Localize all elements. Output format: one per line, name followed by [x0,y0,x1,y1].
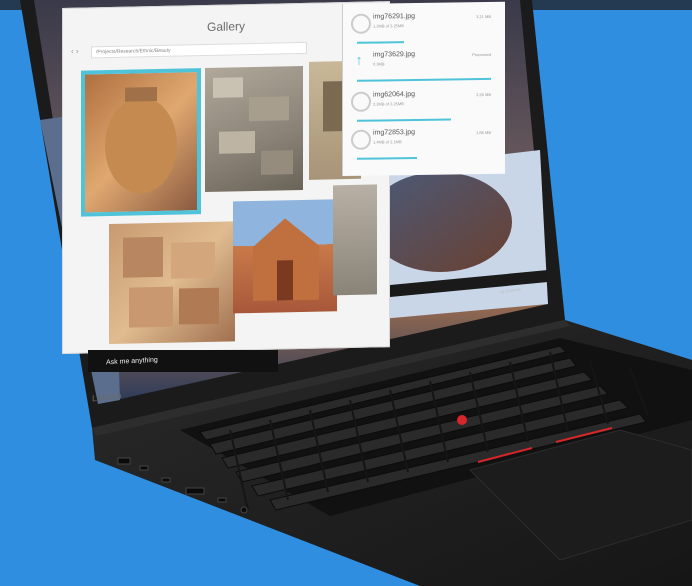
download-size: 3.26 MB [476,91,491,98]
progress-ring-icon [351,91,371,112]
gallery-title: Gallery [206,19,245,34]
thumbnail-sculpture[interactable] [333,184,377,296]
download-progress [357,41,404,44]
download-status: 1.2MB of 3.25MB [373,23,404,29]
download-size: Processed [472,51,491,58]
download-item[interactable]: ↑ img73629.jpg 0.3MB Processed [343,44,493,84]
stones-image [213,77,293,175]
laptop-photo: Gallery ○ ⊙ × ‹ › /Projects/Research/Eth… [0,0,692,586]
download-status: 2.2MB of 3.25MB [373,101,404,107]
download-size: 3.21 MB [476,13,491,20]
screen-content: Gallery ○ ⊙ × ‹ › /Projects/Research/Eth… [0,0,692,586]
model-label: X1 Extreme [500,286,521,295]
download-name: img62064.jpg [373,90,416,99]
pot-image [105,87,177,194]
thumbnail-glyphs[interactable] [109,221,235,345]
downloads-panel: img76291.jpg 1.2MB of 3.25MB 3.21 MB ↑ i… [342,1,505,177]
download-progress [357,118,451,122]
download-item[interactable]: img76291.jpg 1.2MB of 3.25MB 3.21 MB [343,6,493,46]
thumbnail-ruins[interactable] [205,65,303,193]
download-progress [357,156,417,160]
download-status: 1.4MB of 2.1MB [373,139,402,145]
download-name: img73629.jpg [373,50,416,59]
upload-arrow-icon: ↑ [355,51,363,68]
progress-ring-icon [351,13,371,34]
thumbnail-pot[interactable] [81,68,201,217]
carving-image [123,236,219,328]
back-forward-icon[interactable]: ‹ › [71,47,79,56]
path-field[interactable]: /Projects/Research/Ethnic/Beauty [91,41,307,59]
download-item[interactable]: img62064.jpg 2.2MB of 3.25MB 3.26 MB [343,84,493,124]
download-progress [357,77,491,82]
download-name: img72853.jpg [373,128,416,137]
thumbnail-temple[interactable] [233,199,337,314]
progress-ring-icon [351,129,371,150]
temple-image [253,218,319,301]
download-size: 1.86 MB [476,129,491,136]
download-item[interactable]: img72853.jpg 1.4MB of 2.1MB 1.86 MB [343,122,493,162]
brand-logo: Lenovo [92,390,122,404]
gallery-window: Gallery ○ ⊙ × ‹ › /Projects/Research/Eth… [62,1,390,354]
download-status: 0.3MB [373,61,385,67]
download-name: img76291.jpg [373,12,416,21]
